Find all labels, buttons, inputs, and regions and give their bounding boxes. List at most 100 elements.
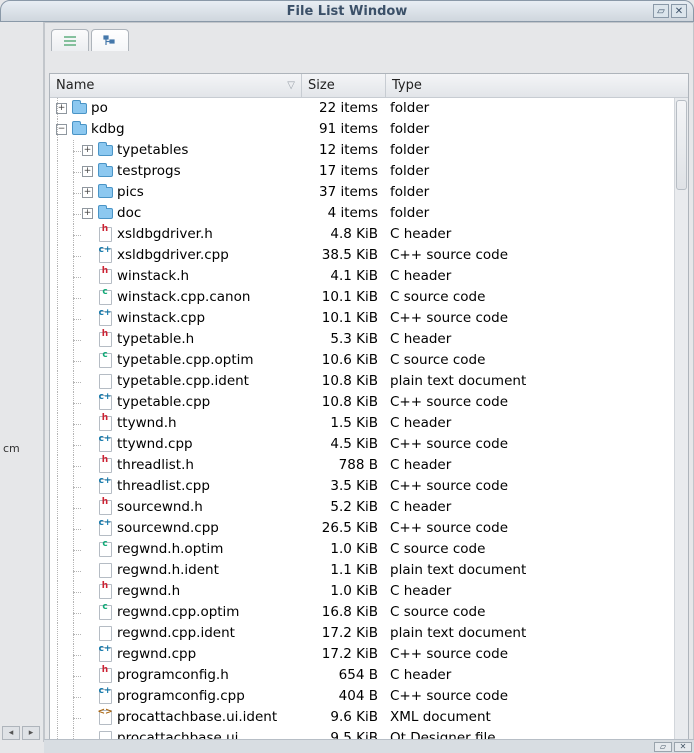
file-row[interactable]: +testprogs17 itemsfolder xyxy=(50,161,674,182)
file-name: typetables xyxy=(117,140,188,161)
panel-restore-button[interactable]: ▱ xyxy=(654,742,672,752)
file-row[interactable]: c+regwnd.cpp17.2 KiBC++ source code xyxy=(50,644,674,665)
file-row[interactable]: hprogramconfig.h654 BC header xyxy=(50,665,674,686)
file-row[interactable]: hwinstack.h4.1 KiBC header xyxy=(50,266,674,287)
file-name: regwnd.h xyxy=(117,581,180,602)
file-row[interactable]: ctypetable.cpp.optim10.6 KiBC source cod… xyxy=(50,350,674,371)
column-header-name[interactable]: Name ▽ xyxy=(50,74,302,97)
file-row[interactable]: c+xsldbgdriver.cpp38.5 KiBC++ source cod… xyxy=(50,245,674,266)
file-row[interactable]: hsourcewnd.h5.2 KiBC header xyxy=(50,497,674,518)
file-type: folder xyxy=(386,119,674,140)
cpp-file-icon: c+ xyxy=(97,395,113,411)
file-row[interactable]: cwinstack.cpp.canon10.1 KiBC source code xyxy=(50,287,674,308)
panel-close-button[interactable]: ✕ xyxy=(674,742,692,752)
left-sidebar-label: cm xyxy=(3,442,20,455)
folder-icon xyxy=(97,185,113,201)
left-sidebar-collapse-right[interactable]: ▸ xyxy=(22,726,40,740)
file-row[interactable]: −kdbg91 itemsfolder xyxy=(50,119,674,140)
tree-expand-button[interactable]: + xyxy=(82,145,93,156)
file-row[interactable]: htypetable.h5.3 KiBC header xyxy=(50,329,674,350)
file-row[interactable]: c+ttywnd.cpp4.5 KiBC++ source code xyxy=(50,434,674,455)
tree-expand-button[interactable]: + xyxy=(82,166,93,177)
txt-file-icon xyxy=(97,563,113,579)
file-row[interactable]: hregwnd.h1.0 KiBC header xyxy=(50,581,674,602)
window-close-button[interactable]: ✕ xyxy=(671,4,687,18)
file-row[interactable]: +pics37 itemsfolder xyxy=(50,182,674,203)
c-file-icon: c xyxy=(97,605,113,621)
file-row[interactable]: hthreadlist.h788 BC header xyxy=(50,455,674,476)
file-size: 5.2 KiB xyxy=(302,497,386,518)
column-header-type-label: Type xyxy=(392,78,422,93)
file-size: 22 items xyxy=(302,98,386,119)
column-headers: Name ▽ Size Type xyxy=(50,74,688,98)
tab-details-view[interactable] xyxy=(51,29,89,51)
h-file-icon: h xyxy=(97,584,113,600)
file-row[interactable]: c+threadlist.cpp3.5 KiBC++ source code xyxy=(50,476,674,497)
file-name: regwnd.cpp xyxy=(117,644,196,665)
file-row[interactable]: cregwnd.h.optim1.0 KiBC source code xyxy=(50,539,674,560)
file-type: C header xyxy=(386,665,674,686)
file-type: C header xyxy=(386,266,674,287)
file-list-panel: Name ▽ Size Type + po 22 itemsfolder−kdbg9… xyxy=(44,22,694,753)
file-size: 4 items xyxy=(302,203,386,224)
file-size: 17.2 KiB xyxy=(302,644,386,665)
file-type: plain text document xyxy=(386,371,674,392)
column-header-size[interactable]: Size xyxy=(302,74,386,97)
file-row[interactable]: regwnd.h.ident1.1 KiBplain text document xyxy=(50,560,674,581)
folder-icon xyxy=(97,206,113,222)
file-row[interactable]: cregwnd.cpp.optim16.8 KiBC source code xyxy=(50,602,674,623)
h-file-icon: h xyxy=(97,458,113,474)
file-size: 654 B xyxy=(302,665,386,686)
file-name: programconfig.cpp xyxy=(117,686,245,707)
file-size: 10.8 KiB xyxy=(302,392,386,413)
file-name: winstack.cpp xyxy=(117,308,205,329)
window-title: File List Window xyxy=(287,4,408,19)
tree-expand-button[interactable]: + xyxy=(82,208,93,219)
file-size: 10.6 KiB xyxy=(302,350,386,371)
file-name: xsldbgdriver.h xyxy=(117,224,213,245)
folder-icon xyxy=(71,122,87,138)
file-size: 4.5 KiB xyxy=(302,434,386,455)
file-row[interactable]: <>procattachbase.ui.ident9.6 KiBXML docu… xyxy=(50,707,674,728)
file-name: regwnd.cpp.ident xyxy=(117,623,235,644)
file-row[interactable]: regwnd.cpp.ident17.2 KiBplain text docum… xyxy=(50,623,674,644)
file-name: ttywnd.h xyxy=(117,413,177,434)
file-row[interactable]: +po22 itemsfolder xyxy=(50,98,674,119)
file-name: po xyxy=(91,98,108,119)
tree-expand-button[interactable]: + xyxy=(82,187,93,198)
file-name: testprogs xyxy=(117,161,181,182)
window-restore-button[interactable]: ▱ xyxy=(653,4,669,18)
h-file-icon: h xyxy=(97,416,113,432)
file-row[interactable]: httywnd.h1.5 KiBC header xyxy=(50,413,674,434)
file-row[interactable]: hxsldbgdriver.h4.8 KiBC header xyxy=(50,224,674,245)
h-file-icon: h xyxy=(97,269,113,285)
file-row[interactable]: typetable.cpp.ident10.8 KiBplain text do… xyxy=(50,371,674,392)
window-titlebar[interactable]: File List Window ▱ ✕ xyxy=(0,0,694,22)
vertical-scrollbar[interactable] xyxy=(674,98,688,747)
left-sidebar-collapse-left[interactable]: ◂ xyxy=(2,726,20,740)
cpp-file-icon: c+ xyxy=(97,479,113,495)
file-row[interactable]: +doc4 itemsfolder xyxy=(50,203,674,224)
cpp-file-icon: c+ xyxy=(97,689,113,705)
file-size: 91 items xyxy=(302,119,386,140)
file-type: C header xyxy=(386,455,674,476)
tab-tree-view[interactable] xyxy=(91,29,129,51)
view-tabs xyxy=(45,23,693,51)
txt-file-icon xyxy=(97,626,113,642)
c-file-icon: c xyxy=(97,290,113,306)
file-row[interactable]: c+sourcewnd.cpp26.5 KiBC++ source code xyxy=(50,518,674,539)
file-size: 1.5 KiB xyxy=(302,413,386,434)
file-name: sourcewnd.h xyxy=(117,497,203,518)
column-header-type[interactable]: Type xyxy=(386,74,688,97)
column-header-size-label: Size xyxy=(308,78,335,93)
file-row[interactable]: c+typetable.cpp10.8 KiBC++ source code xyxy=(50,392,674,413)
file-type: C++ source code xyxy=(386,518,674,539)
scrollbar-thumb[interactable] xyxy=(676,100,687,190)
file-name: threadlist.cpp xyxy=(117,476,210,497)
file-row[interactable]: c+winstack.cpp10.1 KiBC++ source code xyxy=(50,308,674,329)
file-name: threadlist.h xyxy=(117,455,194,476)
file-name: typetable.cpp xyxy=(117,392,210,413)
file-size: 5.3 KiB xyxy=(302,329,386,350)
file-row[interactable]: +typetables12 itemsfolder xyxy=(50,140,674,161)
file-row[interactable]: c+programconfig.cpp404 BC++ source code xyxy=(50,686,674,707)
